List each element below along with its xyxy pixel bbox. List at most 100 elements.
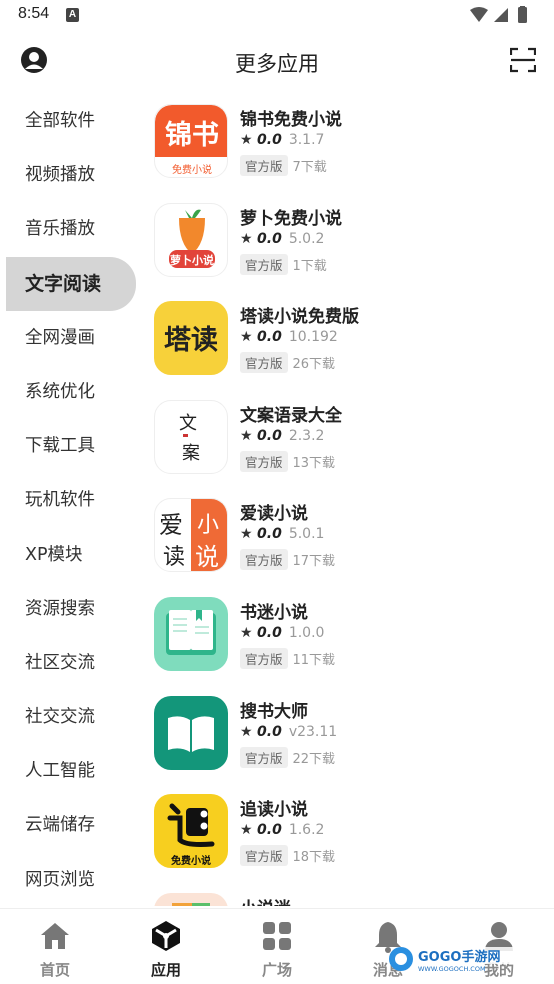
sidebar-item-browser[interactable]: 网页浏览 — [0, 853, 136, 906]
aidu-icon: 爱 读 小 说 — [154, 498, 228, 573]
official-badge: 官方版 — [240, 450, 288, 472]
app-meta: ★ 0.0 3.1.7 — [240, 132, 324, 148]
book-icon — [154, 597, 228, 671]
status-bar: 8:54 A — [0, 0, 554, 32]
sidebar-item-download[interactable]: 下载工具 — [0, 419, 136, 473]
zhuidu-icon: 免费小说 — [154, 794, 228, 869]
official-badge: 官方版 — [240, 746, 288, 768]
star-icon: ★ — [240, 329, 253, 346]
download-count: 26下载 — [292, 357, 336, 373]
star-icon: ★ — [240, 427, 253, 444]
sidebar-item-video[interactable]: 视频播放 — [0, 148, 136, 202]
list-item[interactable]: 锦书 免费小说 锦书免费小说 ★ 0.0 3.1.7 官方版 7下载 — [140, 94, 554, 193]
book-graphic — [166, 610, 216, 655]
app-info: 官方版 13下载 — [240, 450, 335, 472]
nav-apps[interactable]: 应用 — [111, 919, 221, 980]
apps-icon — [152, 921, 180, 951]
grid-icon — [263, 922, 291, 950]
icon-label-a: 文 — [179, 412, 197, 434]
icon-label-a: 爱 — [159, 511, 183, 540]
icon-label-b: 案 — [182, 442, 200, 464]
app-rating: 0.0 — [257, 132, 282, 148]
app-name: 搜书大师 — [240, 701, 308, 722]
star-icon: ★ — [240, 526, 253, 543]
official-badge: 官方版 — [240, 253, 288, 275]
app-info: 官方版 18下载 — [240, 845, 336, 867]
app-meta: ★ 0.0 1.6.2 — [240, 822, 324, 838]
list-item[interactable]: 塔读 塔读小说免费版 ★ 0.0 10.192 官方版 26下载 — [140, 291, 554, 390]
app-info: 官方版 11下载 — [240, 648, 335, 669]
app-rating: 0.0 — [257, 329, 282, 346]
icon-sublabel: 免费小说 — [171, 856, 211, 868]
sidebar-item-optimize[interactable]: 系统优化 — [0, 365, 136, 419]
signal-icon — [494, 8, 508, 22]
nav-home-label: 首页 — [39, 961, 70, 979]
app-meta: ★ 0.0 v23.11 — [240, 724, 337, 740]
sidebar-item-music[interactable]: 音乐播放 — [0, 202, 136, 256]
app-name: 文案语录大全 — [240, 405, 342, 426]
app-version: 1.0.0 — [288, 625, 325, 641]
app-name: 塔读小说免费版 — [240, 307, 359, 328]
icon-label: 锦书 — [165, 120, 219, 151]
sidebar-item-xp[interactable]: XP模块 — [0, 528, 136, 582]
sidebar-item-social[interactable]: 社交交流 — [0, 690, 136, 744]
sidebar-item-ai[interactable]: 人工智能 — [0, 744, 136, 798]
official-badge: 官方版 — [240, 549, 288, 571]
carrot-icon: 萝卜小说 — [154, 202, 228, 277]
xiaoshuomi-icon — [154, 892, 228, 906]
app-meta: ★ 0.0 1.0.0 — [240, 625, 324, 641]
category-sidebar: 全部软件 视频播放 音乐播放 文字阅读 全网漫画 系统优化 下载工具 玩机软件 … — [0, 94, 136, 906]
sidebar-item-tweak[interactable]: 玩机软件 — [0, 473, 136, 527]
app-version: 3.1.7 — [288, 132, 325, 148]
download-count: 17下载 — [292, 554, 336, 570]
app-name: 爱读小说 — [240, 504, 308, 525]
app-name: 小说迷 — [240, 894, 291, 906]
seal-mark — [183, 433, 188, 437]
app-rating: 0.0 — [257, 625, 282, 641]
list-item[interactable]: 免费小说 追读小说 ★ 0.0 1.6.2 官方版 18下载 — [140, 784, 554, 883]
app-list: 锦书 免费小说 锦书免费小说 ★ 0.0 3.1.7 官方版 7下载 萝卜小说 萝卜… — [140, 94, 554, 906]
star-icon: ★ — [240, 625, 253, 641]
sidebar-item-search[interactable]: 资源搜索 — [0, 582, 136, 636]
list-item[interactable]: 搜书大师 ★ 0.0 v23.11 官方版 22下载 — [140, 686, 554, 785]
sidebar-item-reading[interactable]: 文字阅读 — [6, 256, 136, 311]
sidebar-item-cloud[interactable]: 云端储存 — [0, 798, 136, 852]
official-badge: 官方版 — [240, 648, 288, 669]
scan-icon[interactable] — [510, 47, 536, 73]
app-info: 官方版 7下载 — [240, 155, 327, 176]
official-badge: 官方版 — [240, 155, 288, 176]
app-name: 书迷小说 — [240, 603, 308, 623]
icon-label: 塔读 — [164, 325, 218, 357]
list-item[interactable]: 文 案 文案语录大全 ★ 0.0 2.3.2 官方版 13下载 — [140, 390, 554, 489]
nav-home[interactable]: 首页 — [0, 919, 110, 980]
sidebar-item-community[interactable]: 社区交流 — [0, 636, 136, 690]
app-rating: 0.0 — [257, 230, 282, 247]
jinshu-icon: 锦书 免费小说 — [154, 104, 228, 178]
tadu-icon: 塔读 — [154, 301, 228, 376]
nav-square[interactable]: 广场 — [222, 919, 332, 980]
download-count: 11下载 — [292, 653, 336, 668]
app-info: 官方版 26下载 — [240, 352, 336, 374]
sidebar-item-all[interactable]: 全部软件 — [0, 94, 136, 148]
svg-text:WWW.GOGOCH.COM: WWW.GOGOCH.COM — [418, 965, 486, 973]
list-item[interactable]: 小说迷 — [140, 883, 554, 906]
download-count: 18下载 — [292, 850, 336, 866]
watermark-graphic: GOGO手游网 WWW.GOGOCH.COM — [389, 947, 514, 973]
sidebar-item-comics[interactable]: 全网漫画 — [0, 311, 136, 365]
app-info: 官方版 1下载 — [240, 253, 327, 275]
status-time: 8:54 — [18, 5, 50, 22]
app-meta: ★ 0.0 5.0.2 — [240, 231, 324, 247]
list-item[interactable]: 萝卜小说 萝卜免费小说 ★ 0.0 5.0.2 官方版 1下载 — [140, 193, 554, 292]
star-icon: ★ — [240, 230, 253, 247]
list-item[interactable]: 爱 读 小 说 爱读小说 ★ 0.0 5.0.1 官方版 17下载 — [140, 488, 554, 587]
nav-apps-label: 应用 — [150, 961, 181, 979]
app-info: 官方版 17下载 — [240, 549, 336, 571]
icon-label: 萝卜小说 — [170, 253, 214, 267]
nav-square-label: 广场 — [261, 961, 292, 979]
battery-icon — [518, 7, 527, 23]
open-book-graphic — [168, 715, 214, 752]
list-item[interactable]: 书迷小说 ★ 0.0 1.0.0 官方版 11下载 — [140, 587, 554, 686]
page-title: 更多应用 — [235, 52, 319, 76]
app-version: 5.0.1 — [288, 526, 325, 543]
app-version: 2.3.2 — [288, 427, 325, 444]
